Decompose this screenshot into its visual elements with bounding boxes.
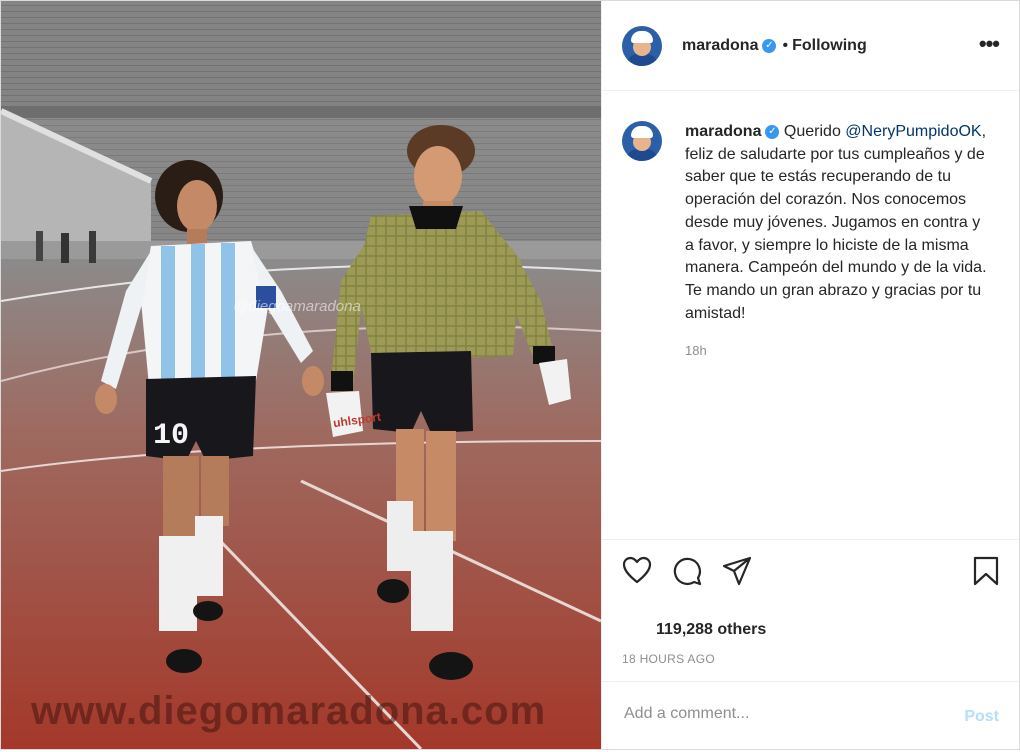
bookmark-icon[interactable] [972, 556, 1000, 591]
comment-bar: Post [602, 681, 1019, 752]
action-bar [602, 539, 1019, 600]
comment-icon[interactable] [672, 556, 702, 591]
more-options-icon[interactable]: ••• [979, 31, 1000, 57]
following-button[interactable]: Following [792, 37, 867, 55]
caption-username[interactable]: maradona [685, 123, 761, 140]
verified-badge-icon: ✓ [765, 124, 780, 139]
stadium-photo-illustration [1, 1, 601, 749]
post-timestamp: 18 HOURS AGO [622, 652, 715, 666]
instagram-post: @diegoamaradona 10 uhlsport www.diegomar… [0, 0, 1020, 750]
post-photo[interactable]: @diegoamaradona 10 uhlsport www.diegomar… [1, 1, 601, 749]
site-watermark: www.diegomaradona.com [31, 689, 547, 733]
share-icon[interactable] [722, 556, 752, 591]
photo-watermark-handle: @diegoamaradona [233, 298, 361, 315]
caption-text: maradona ✓ Querido @NeryPumpidoOK, feliz … [685, 121, 990, 325]
post-header: maradona ✓ • Following ••• [602, 1, 1019, 91]
likes-count[interactable]: 119,288 others [656, 621, 766, 639]
verified-badge-icon: ✓ [762, 38, 777, 53]
post-side-panel: maradona ✓ • Following ••• maradona ✓ Que… [601, 1, 1019, 749]
caption-time: 18h [685, 343, 707, 359]
caption-mention-link[interactable]: @NeryPumpidoOK [845, 123, 981, 140]
caption-body: , feliz de saludarte por tus cumpleaños … [685, 123, 987, 322]
heart-icon[interactable] [622, 556, 652, 589]
comment-input[interactable] [622, 704, 926, 724]
header-dot-separator: • [782, 36, 789, 54]
author-avatar[interactable] [622, 25, 662, 66]
author-username[interactable]: maradona [682, 37, 758, 55]
post-comment-button[interactable]: Post [964, 708, 999, 726]
caption-avatar[interactable] [622, 121, 662, 161]
shirt-number: 10 [153, 419, 190, 453]
caption-lead: Querido [783, 123, 841, 140]
post-caption: maradona ✓ Querido @NeryPumpidoOK, feliz … [602, 91, 1019, 358]
